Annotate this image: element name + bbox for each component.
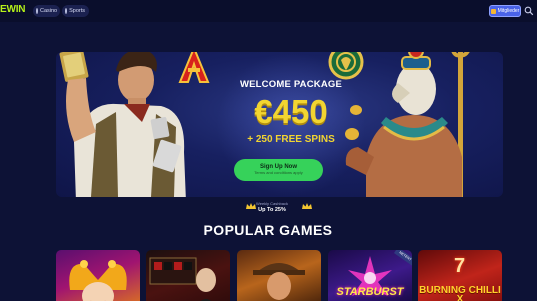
nav-casino-label: Casino xyxy=(40,8,58,14)
register-label: Mitglieder xyxy=(497,8,520,14)
register-button[interactable]: Mitglieder xyxy=(489,5,521,17)
welcome-package-title: WELCOME PACKAGE xyxy=(239,79,343,90)
nav-sports[interactable]: Sports xyxy=(62,5,89,17)
cashback-label: Weekly Cashback xyxy=(256,201,288,206)
seven-symbol: 7 xyxy=(454,255,466,277)
bonus-amount: €450 xyxy=(254,93,328,130)
promo-banner[interactable]: WELCOME PACKAGE €450 + 250 FREE SPINS Si… xyxy=(56,52,503,197)
free-spins-text: + 250 FREE SPINS xyxy=(247,134,335,145)
game-card-burning-chilli[interactable]: 7 BURNING CHILLI X xyxy=(418,250,502,301)
game-card-book-of-dead[interactable] xyxy=(237,250,321,301)
explorer-game-image xyxy=(253,263,305,300)
weekly-cashback: Weekly Cashback Up To 25% xyxy=(232,201,312,213)
crown-icon xyxy=(302,203,312,209)
game-title: BURNING CHILLI X xyxy=(419,285,501,301)
game-card-roulette[interactable] xyxy=(146,250,230,301)
game-card-jester[interactable] xyxy=(56,250,140,301)
terms-text: Terms and conditions apply xyxy=(254,170,303,176)
game-title: STARBURST xyxy=(336,286,404,298)
sign-up-button[interactable]: Sign Up Now Terms and conditions apply xyxy=(234,159,323,181)
casino-icon xyxy=(36,8,38,14)
nav-casino[interactable]: Casino xyxy=(33,5,60,17)
top-bar: EWIN Casino Sports Mitglieder xyxy=(0,0,537,22)
jester-game-image xyxy=(69,260,127,301)
nav-sports-label: Sports xyxy=(69,8,85,14)
brand-logo[interactable]: EWIN xyxy=(0,4,26,15)
user-icon xyxy=(490,8,496,14)
sports-icon xyxy=(65,8,68,14)
roulette-game-image xyxy=(149,257,216,301)
search-icon[interactable] xyxy=(524,6,534,16)
game-card-starburst[interactable]: NETENT STARBURST xyxy=(328,250,412,301)
popular-games-heading: POPULAR GAMES xyxy=(203,222,333,238)
letter-a-symbol-image xyxy=(178,52,210,83)
cashback-value: Up To 25% xyxy=(258,207,286,213)
